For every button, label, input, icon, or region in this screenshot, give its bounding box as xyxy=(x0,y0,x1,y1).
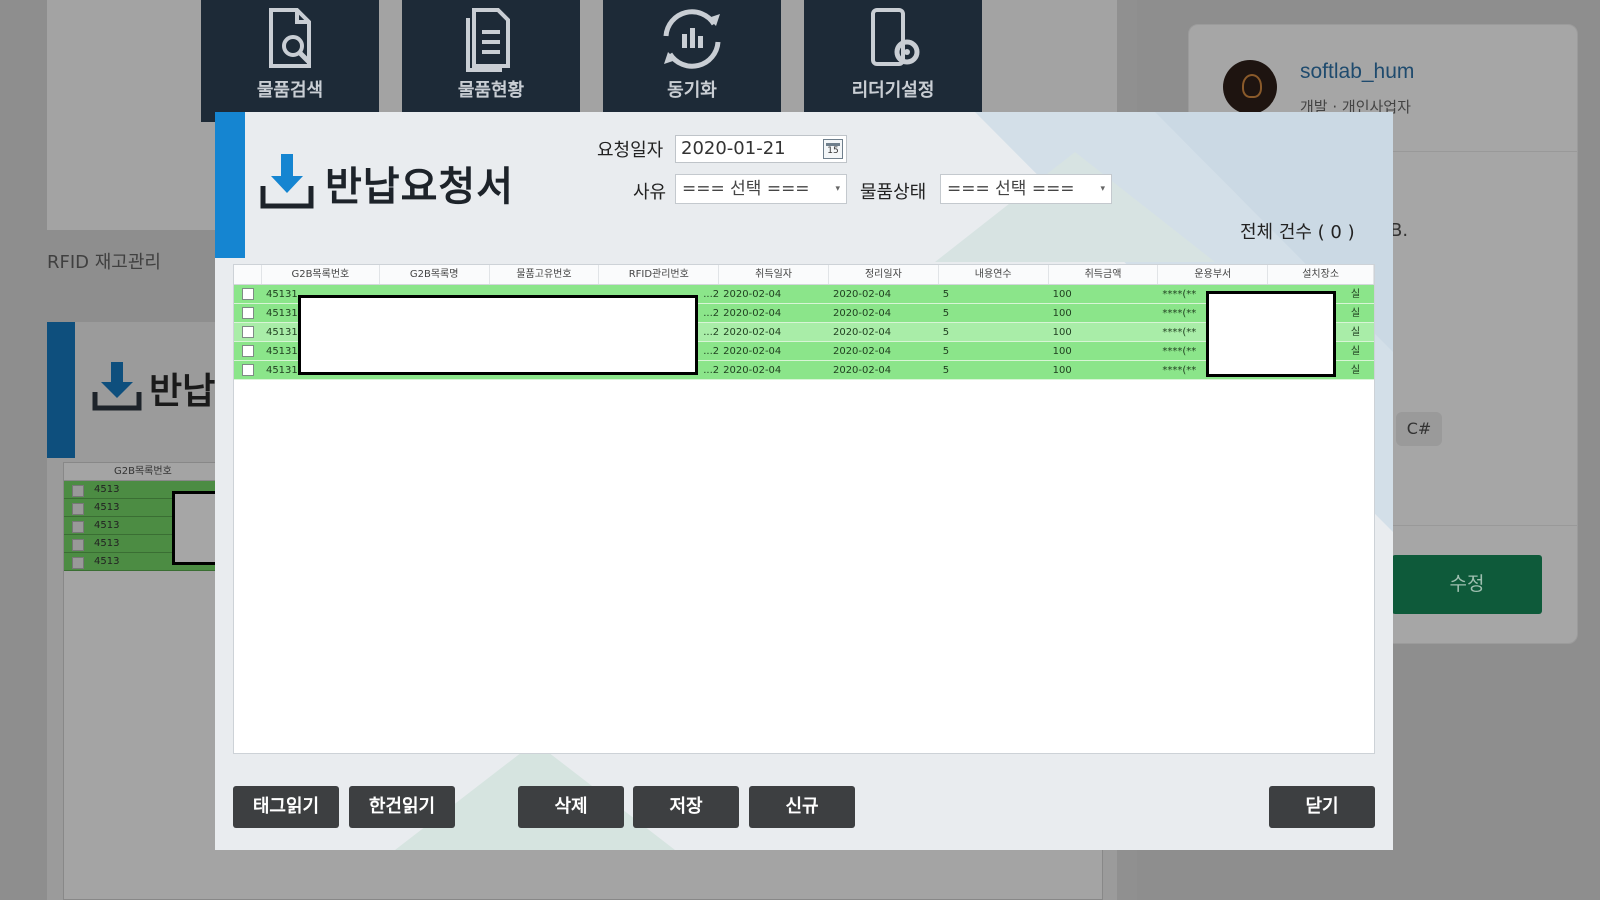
grid-header-check xyxy=(234,265,262,284)
reason-select-value: === 선택 === xyxy=(682,179,810,199)
grid-header-cell[interactable]: 설치장소 xyxy=(1268,265,1374,284)
download-icon xyxy=(259,154,315,216)
table-cell: 2020-02-04 xyxy=(723,308,782,319)
sync-chart-icon xyxy=(603,4,781,74)
grid-header-cell[interactable]: RFID관리번호 xyxy=(599,265,720,284)
profile-name[interactable]: softlab_hum xyxy=(1300,60,1414,84)
row-checkbox[interactable] xyxy=(234,342,262,360)
table-cell: 2020-02-04 xyxy=(832,327,892,338)
grid-header-cell[interactable]: 정리일자 xyxy=(829,265,939,284)
menu-tile-item-search[interactable]: 물품검색 xyxy=(201,0,379,122)
download-icon xyxy=(91,362,143,418)
return-request-dialog: 반납요청서 요청일자 2020-01-21 15 사유 === 선택 === ▾… xyxy=(215,112,1393,850)
item-status-select-value: === 선택 === xyxy=(947,179,1075,199)
table-cell: 5 xyxy=(942,327,950,338)
menu-tile-label: 동기화 xyxy=(667,80,717,101)
chevron-down-icon: ▾ xyxy=(1100,184,1105,194)
edit-button[interactable]: 수정 xyxy=(1392,555,1542,614)
tag-chip[interactable]: C# xyxy=(1396,412,1442,446)
menu-tile-label: 물품검색 xyxy=(256,80,324,101)
checkbox-box[interactable] xyxy=(241,288,254,300)
redaction-box xyxy=(298,295,698,375)
reason-label: 사유 xyxy=(633,182,667,203)
delete-button[interactable]: 삭제 xyxy=(518,786,624,828)
menu-tile-label: 물품현황 xyxy=(457,80,525,101)
calendar-icon[interactable]: 15 xyxy=(823,139,843,159)
item-status-select[interactable]: === 선택 === ▾ xyxy=(940,174,1112,204)
menu-tile-sync[interactable]: 동기화 xyxy=(603,0,781,122)
table-cell: 2020-02-04 xyxy=(723,346,782,357)
table-cell: 2020-02-04 xyxy=(832,346,892,357)
checkbox-box[interactable] xyxy=(241,345,254,357)
row-checkbox[interactable] xyxy=(234,361,262,379)
total-count: 전체 건수 ( 0 ) xyxy=(1240,222,1355,243)
grid-header-cell[interactable]: G2B목록명 xyxy=(380,265,490,284)
table-cell: 5 xyxy=(942,346,950,357)
grid-header-cell[interactable]: 내용연수 xyxy=(939,265,1049,284)
request-date-input[interactable]: 2020-01-21 xyxy=(675,135,847,163)
table-cell: 2020-02-04 xyxy=(832,365,892,376)
dialog-accent-bar xyxy=(215,112,245,258)
avatar[interactable] xyxy=(1223,60,1277,114)
table-cell: 2020-02-04 xyxy=(832,308,892,319)
tag-read-button[interactable]: 태그읽기 xyxy=(233,786,339,828)
table-cell: 100 xyxy=(1052,365,1072,376)
grid-header-cell[interactable]: G2B목록번호 xyxy=(262,265,380,284)
panel-accent-bar xyxy=(47,322,75,458)
table-cell: 5 xyxy=(942,289,950,300)
menu-tile-reader-settings[interactable]: 리더기설정 xyxy=(804,0,982,122)
request-date-label: 요청일자 xyxy=(597,140,664,161)
rfid-inventory-label: RFID 재고관리 xyxy=(47,252,161,273)
table-cell: 100 xyxy=(1052,346,1072,357)
checkbox-box[interactable] xyxy=(241,307,254,319)
return-items-grid[interactable]: G2B목록번호 G2B목록명 물품고유번호 RFID관리번호 취득일자 정리일자… xyxy=(233,264,1375,754)
single-read-button[interactable]: 한건읽기 xyxy=(349,786,455,828)
grid-header: G2B목록번호 G2B목록명 물품고유번호 RFID관리번호 취득일자 정리일자… xyxy=(234,265,1374,285)
grid-header-cell[interactable]: 운용부서 xyxy=(1158,265,1269,284)
checkbox-box[interactable] xyxy=(241,364,254,376)
reason-select[interactable]: === 선택 === ▾ xyxy=(675,174,847,204)
table-cell: 100 xyxy=(1052,308,1072,319)
document-list-icon xyxy=(402,4,580,74)
save-button[interactable]: 저장 xyxy=(633,786,739,828)
row-checkbox[interactable] xyxy=(234,285,262,303)
table-cell: 2020-02-04 xyxy=(723,289,782,300)
grid-header-cell[interactable]: 취득금액 xyxy=(1049,265,1159,284)
redaction-box xyxy=(1206,291,1336,377)
document-search-icon xyxy=(201,4,379,74)
table-cell: 5 xyxy=(942,365,950,376)
background-panel-title: 반납 xyxy=(149,371,216,412)
table-cell: 5 xyxy=(942,308,950,319)
chevron-down-icon: ▾ xyxy=(835,184,840,194)
table-cell: 100 xyxy=(1052,327,1072,338)
checkbox-box[interactable] xyxy=(241,326,254,338)
close-button[interactable]: 닫기 xyxy=(1269,786,1375,828)
table-cell: 2020-02-04 xyxy=(723,365,782,376)
row-checkbox[interactable] xyxy=(234,323,262,341)
device-settings-icon xyxy=(804,4,982,74)
menu-tile-label: 리더기설정 xyxy=(851,80,935,101)
new-button[interactable]: 신규 xyxy=(749,786,855,828)
menu-tile-item-status[interactable]: 물품현황 xyxy=(402,0,580,122)
table-cell: 2020-02-04 xyxy=(832,289,892,300)
table-cell: 2020-02-04 xyxy=(723,327,782,338)
row-checkbox[interactable] xyxy=(234,304,262,322)
item-status-label: 물품상태 xyxy=(860,182,927,203)
dialog-title: 반납요청서 xyxy=(325,164,514,210)
grid-header-cell[interactable]: 취득일자 xyxy=(719,265,829,284)
grid-header-cell[interactable]: 물품고유번호 xyxy=(490,265,600,284)
table-cell: 100 xyxy=(1052,289,1072,300)
